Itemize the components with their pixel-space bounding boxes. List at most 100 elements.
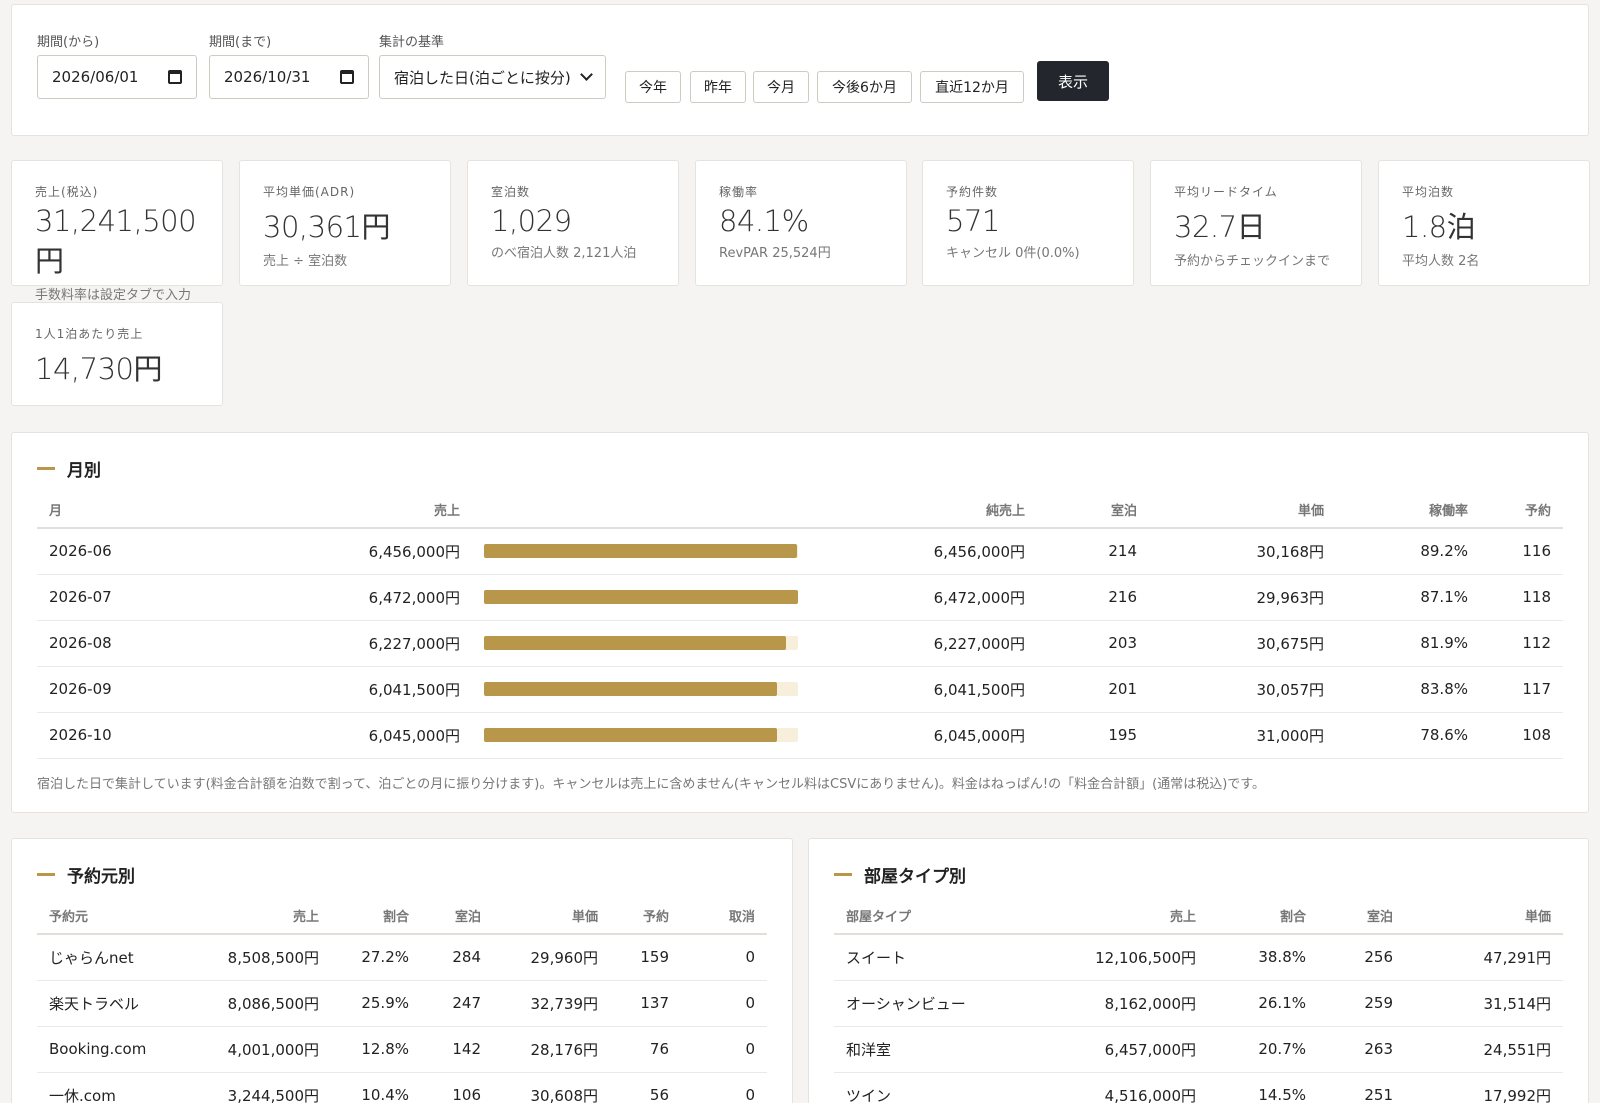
cell-bookings: 137 [610, 980, 681, 1027]
cell-month: 2026-10 [37, 712, 187, 759]
table-row: Booking.com 4,001,000円 12.8% 142 28,176円… [37, 1026, 767, 1073]
cell-sales: 6,472,000円 [187, 574, 472, 621]
cell-sales: 6,456,000円 [187, 528, 472, 575]
col-bar [472, 492, 820, 529]
calendar-icon[interactable] [340, 70, 354, 84]
kpi-value: 30,361円 [263, 210, 390, 244]
table-row: スイート 12,106,500円 38.8% 256 47,291円 [834, 934, 1563, 981]
cell-adr: 47,291円 [1405, 934, 1563, 981]
cell-channel: Booking.com [37, 1026, 187, 1073]
table-row: じゃらんnet 8,508,500円 27.2% 284 29,960円 159… [37, 934, 767, 981]
cell-room-type: スイート [834, 934, 984, 981]
kpi-label: 1人1泊あたり売上 [35, 327, 144, 341]
kpi-card-occupancy: 稼働率 84.1% RevPAR 25,524円 [695, 160, 907, 286]
kpi-sub: 手数料率は設定タブで入力 [35, 288, 192, 303]
col-channel[interactable]: 予約元 [37, 898, 187, 935]
date-from-input[interactable]: 2026/06/01 [37, 55, 197, 99]
kpi-card-lead-time: 平均リードタイム 32.7日 予約からチェックインまで [1150, 160, 1362, 286]
cell-nights: 214 [1037, 528, 1149, 575]
monthly-title-text: 月別 [67, 461, 101, 481]
quick-this-month-button[interactable]: 今月 [753, 71, 809, 103]
show-button[interactable]: 表示 [1037, 61, 1109, 101]
col-share[interactable]: 割合 [331, 898, 421, 935]
cell-nights: 216 [1037, 574, 1149, 621]
col-sales[interactable]: 売上 [984, 898, 1208, 935]
accent-dash [834, 873, 852, 876]
col-adr[interactable]: 単価 [493, 898, 610, 935]
kpi-label: 平均泊数 [1402, 185, 1455, 199]
sales-bar-track [484, 590, 798, 604]
cell-nights: 284 [421, 934, 493, 981]
kpi-value: 14,730円 [35, 352, 162, 386]
cell-cancels: 0 [681, 980, 767, 1027]
col-cancels[interactable]: 取消 [681, 898, 767, 935]
col-adr[interactable]: 単価 [1405, 898, 1563, 935]
cell-share: 27.2% [331, 934, 421, 981]
cell-net-sales: 6,472,000円 [820, 574, 1037, 621]
table-header-row: 予約元 売上 割合 室泊 単価 予約 取消 [37, 898, 767, 935]
table-row: 2026-09 6,041,500円 6,041,500円 201 30,057… [37, 666, 1563, 713]
kpi-sub: のべ宿泊人数 2,121人泊 [491, 246, 637, 261]
cell-sales: 8,162,000円 [984, 980, 1208, 1027]
kpi-sub: 平均人数 2名 [1402, 254, 1480, 269]
cell-sales: 6,041,500円 [187, 666, 472, 713]
col-net-sales[interactable]: 純売上 [820, 492, 1037, 529]
cell-share: 26.1% [1208, 980, 1318, 1027]
cell-room-type: ツイン [834, 1072, 984, 1103]
basis-value: 宿泊した日(泊ごとに按分) [394, 68, 571, 87]
cell-sales: 8,508,500円 [187, 934, 331, 981]
channel-title-text: 予約元別 [67, 867, 135, 887]
cell-nights: 256 [1318, 934, 1405, 981]
table-row: 2026-07 6,472,000円 6,472,000円 216 29,963… [37, 574, 1563, 621]
cell-sales: 3,244,500円 [187, 1072, 331, 1103]
col-sales[interactable]: 売上 [187, 898, 331, 935]
cell-share: 25.9% [331, 980, 421, 1027]
kpi-sub: RevPAR 25,524円 [719, 246, 831, 261]
chevron-down-icon [580, 68, 593, 81]
date-from-group: 期間(から) 2026/06/01 [37, 31, 197, 99]
cell-sales: 8,086,500円 [187, 980, 331, 1027]
col-occupancy[interactable]: 稼働率 [1336, 492, 1480, 529]
quick-next-6-months-button[interactable]: 今後6か月 [817, 71, 912, 103]
date-to-input[interactable]: 2026/10/31 [209, 55, 369, 99]
col-sales[interactable]: 売上 [187, 492, 472, 529]
cell-nights: 201 [1037, 666, 1149, 713]
cell-month: 2026-06 [37, 528, 187, 575]
col-nights[interactable]: 室泊 [1318, 898, 1405, 935]
cell-adr: 30,608円 [493, 1072, 610, 1103]
date-from-label: 期間(から) [37, 35, 100, 50]
cell-month: 2026-07 [37, 574, 187, 621]
sales-bar-fill [484, 728, 778, 742]
col-bookings[interactable]: 予約 [1480, 492, 1563, 529]
cell-sales: 6,227,000円 [187, 620, 472, 667]
quick-last-12-months-button[interactable]: 直近12か月 [920, 71, 1024, 103]
kpi-card-room-nights: 室泊数 1,029 のべ宿泊人数 2,121人泊 [467, 160, 679, 286]
cell-adr: 17,992円 [1405, 1072, 1563, 1103]
col-nights[interactable]: 室泊 [1037, 492, 1149, 529]
col-month[interactable]: 月 [37, 492, 187, 529]
table-header-row: 月 売上 純売上 室泊 単価 稼働率 予約 [37, 492, 1563, 529]
cell-occupancy: 89.2% [1336, 528, 1480, 575]
channel-table: 予約元 売上 割合 室泊 単価 予約 取消 じゃらんnet 8,508,500円… [37, 898, 767, 1103]
cell-adr: 30,168円 [1149, 528, 1336, 575]
accent-dash [37, 873, 55, 876]
quick-last-year-button[interactable]: 昨年 [690, 71, 746, 103]
col-room-type[interactable]: 部屋タイプ [834, 898, 984, 935]
cell-net-sales: 6,041,500円 [820, 666, 1037, 713]
cell-net-sales: 6,456,000円 [820, 528, 1037, 575]
date-to-group: 期間(まで) 2026/10/31 [209, 31, 369, 99]
kpi-value: 1,029 [491, 204, 572, 238]
cell-adr: 32,739円 [493, 980, 610, 1027]
calendar-icon[interactable] [168, 70, 182, 84]
col-nights[interactable]: 室泊 [421, 898, 493, 935]
cell-cancels: 0 [681, 934, 767, 981]
col-adr[interactable]: 単価 [1149, 492, 1336, 529]
basis-select[interactable]: 宿泊した日(泊ごとに按分) [379, 55, 606, 99]
table-row: 楽天トラベル 8,086,500円 25.9% 247 32,739円 137 … [37, 980, 767, 1027]
cell-bar [472, 620, 820, 667]
quick-this-year-button[interactable]: 今年 [625, 71, 681, 103]
col-share[interactable]: 割合 [1208, 898, 1318, 935]
cell-channel: 楽天トラベル [37, 980, 187, 1027]
col-bookings[interactable]: 予約 [610, 898, 681, 935]
kpi-value: 571 [946, 204, 1000, 238]
